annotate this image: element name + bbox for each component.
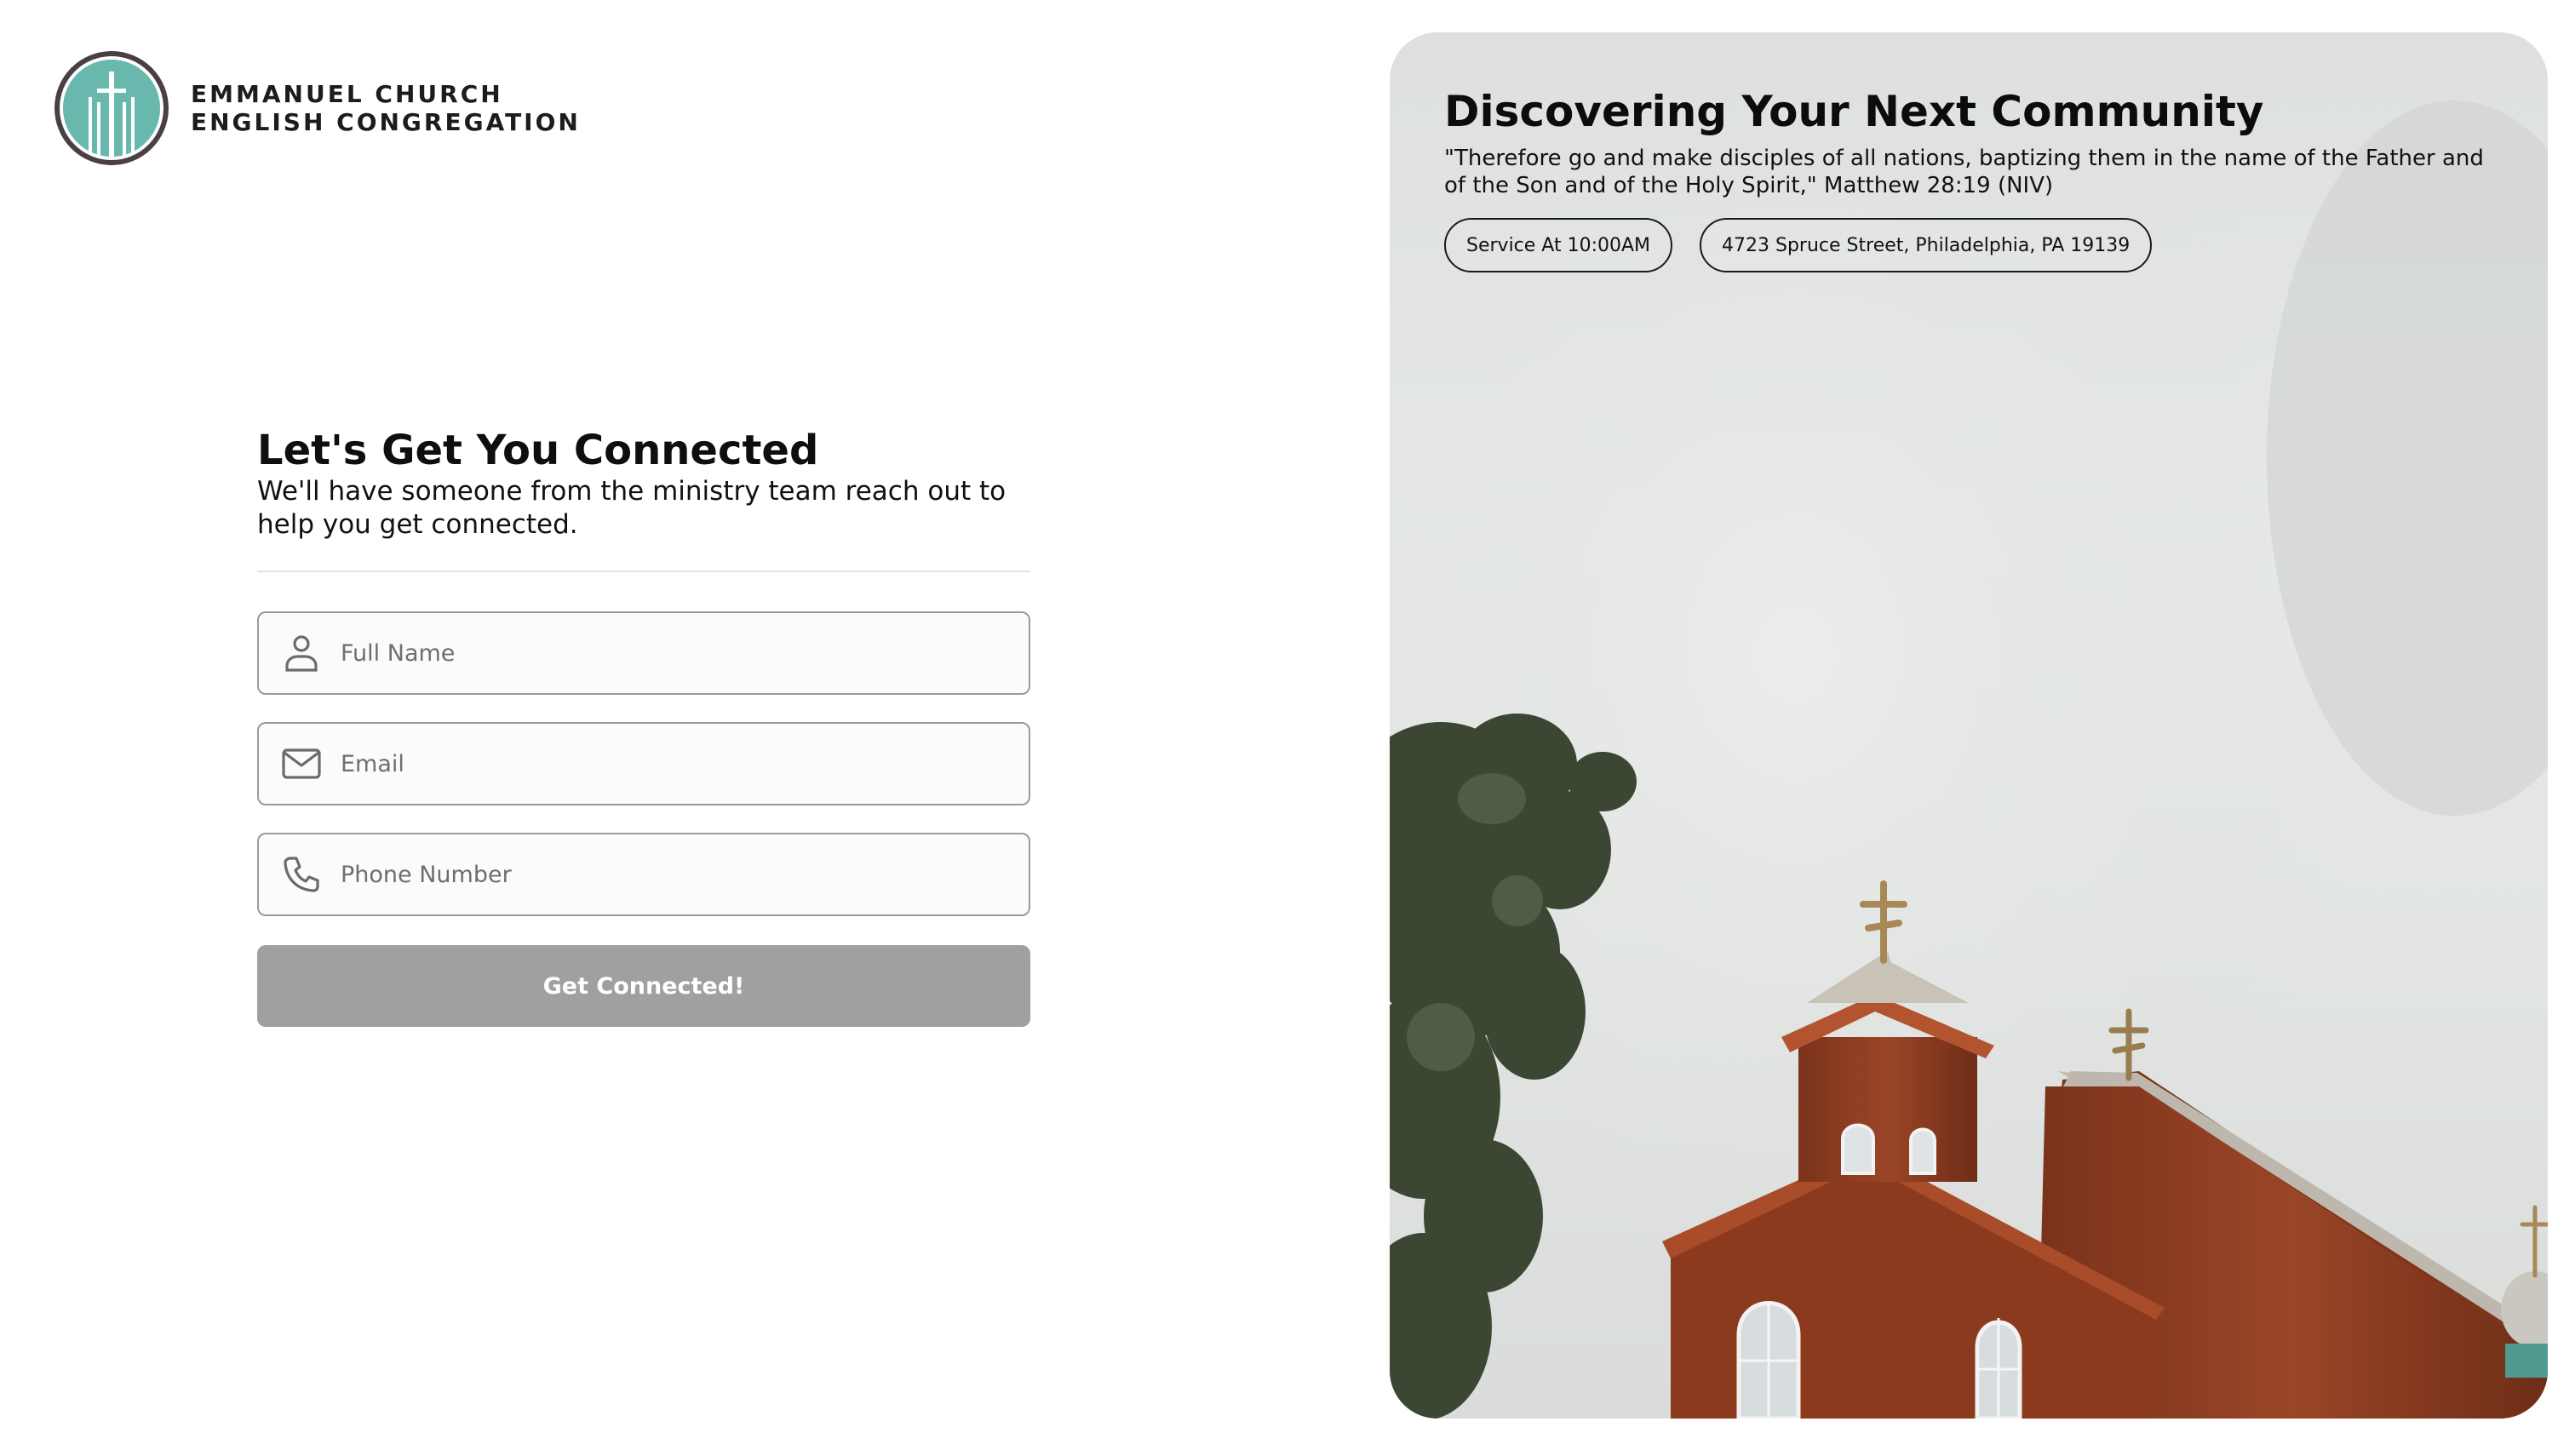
connect-form: Let's Get You Connected We'll have someo… xyxy=(257,426,1030,1027)
full-name-input[interactable] xyxy=(341,628,1005,679)
brand-name: EMMANUEL CHURCH ENGLISH CONGREGATION xyxy=(191,80,581,136)
form-subtitle: We'll have someone from the ministry tea… xyxy=(257,476,1006,540)
page: EMMANUEL CHURCH ENGLISH CONGREGATION Let… xyxy=(0,0,2575,1456)
hero-panel: Discovering Your Next Community "Therefo… xyxy=(1390,32,2548,1419)
info-pills: Service At 10:00AM 4723 Spruce Street, P… xyxy=(1444,218,2517,272)
mail-icon xyxy=(281,743,322,784)
church-logo[interactable]: EMMANUEL CHURCH ENGLISH CONGREGATION xyxy=(54,51,581,165)
form-divider xyxy=(257,570,1030,572)
church-cross-logo-icon xyxy=(54,51,169,165)
get-connected-button[interactable]: Get Connected! xyxy=(257,945,1030,1027)
phone-input[interactable] xyxy=(341,849,1005,900)
person-icon xyxy=(281,633,322,674)
full-name-field[interactable] xyxy=(257,611,1030,695)
email-input[interactable] xyxy=(341,738,1005,789)
email-field[interactable] xyxy=(257,722,1030,805)
service-time-pill: Service At 10:00AM xyxy=(1444,218,1673,272)
brand-line-1: EMMANUEL CHURCH xyxy=(191,80,503,108)
brand-line-2: ENGLISH CONGREGATION xyxy=(191,108,581,136)
address-pill: 4723 Spruce Street, Philadelphia, PA 191… xyxy=(1700,218,2153,272)
phone-field[interactable] xyxy=(257,833,1030,916)
hero-title: Discovering Your Next Community xyxy=(1444,87,2264,136)
phone-icon xyxy=(281,854,322,895)
hero-header: Discovering Your Next Community "Therefo… xyxy=(1444,85,2517,272)
form-title: Let's Get You Connected xyxy=(257,427,819,474)
hero-bible-quote: "Therefore go and make disciples of all … xyxy=(1444,146,2484,198)
